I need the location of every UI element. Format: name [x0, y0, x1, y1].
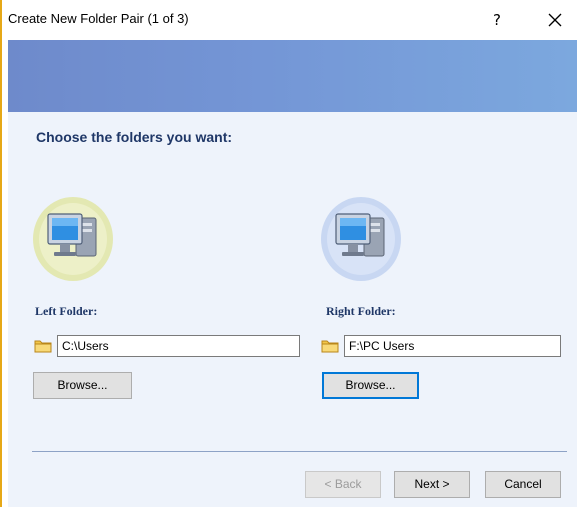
window-left-border: [0, 0, 2, 507]
footer-divider: [32, 451, 567, 452]
folder-icon: [34, 340, 52, 353]
back-button[interactable]: < Back: [305, 471, 381, 498]
right-browse-button[interactable]: Browse...: [322, 372, 419, 399]
dialog-window: Create New Folder Pair (1 of 3) ? Choose…: [0, 0, 577, 507]
next-button[interactable]: Next >: [394, 471, 470, 498]
close-icon: [548, 13, 562, 27]
title-bar[interactable]: Create New Folder Pair (1 of 3) ?: [2, 0, 577, 40]
right-folder-label: Right Folder:: [326, 304, 396, 318]
close-button[interactable]: [542, 6, 568, 34]
right-folder-path-input[interactable]: F:\PC Users: [344, 335, 561, 357]
left-browse-button[interactable]: Browse...: [33, 372, 132, 399]
window-title: Create New Folder Pair (1 of 3): [8, 11, 189, 26]
header-banner: [8, 40, 577, 112]
cancel-button[interactable]: Cancel: [485, 471, 561, 498]
left-computer-icon: [33, 197, 113, 281]
folder-icon: [321, 340, 339, 353]
right-computer-icon: [321, 197, 401, 281]
help-button[interactable]: ?: [486, 7, 508, 33]
page-heading: Choose the folders you want:: [36, 129, 233, 145]
left-folder-label: Left Folder:: [35, 304, 98, 318]
left-folder-path-input[interactable]: C:\Users: [57, 335, 300, 357]
